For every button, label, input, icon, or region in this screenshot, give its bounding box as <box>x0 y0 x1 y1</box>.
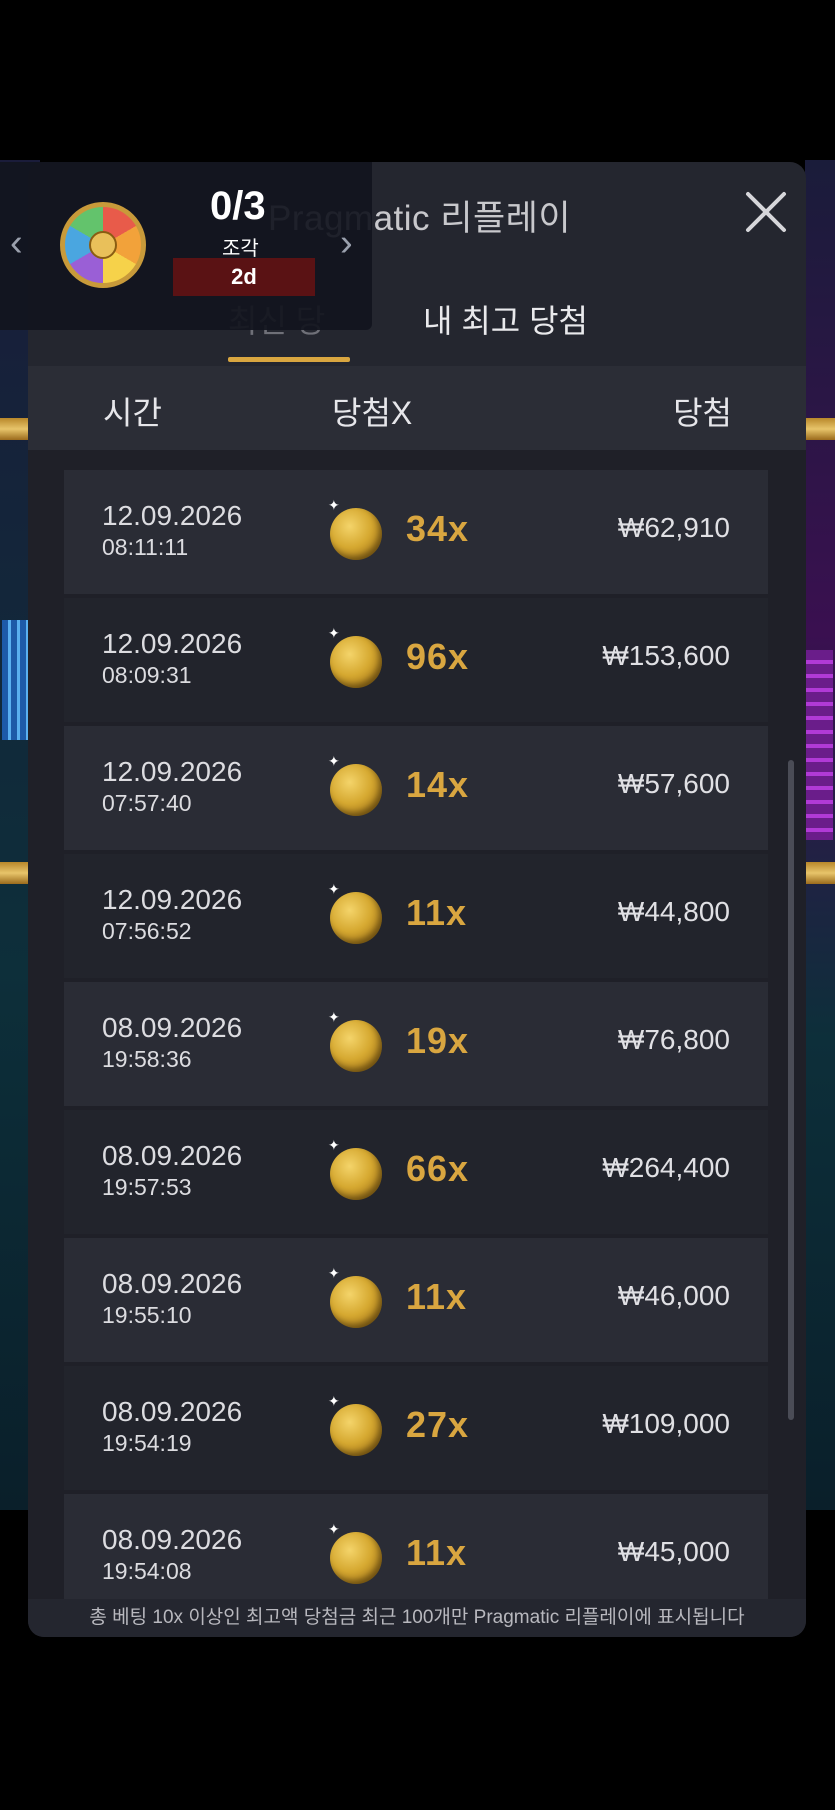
row-multiplier: 11x <box>406 1276 468 1317</box>
sparkle-icon: ✦ <box>328 1393 340 1409</box>
column-header-time: 시간 <box>103 395 162 431</box>
sparkle-icon: ✦ <box>328 1009 340 1025</box>
table-row[interactable]: 08.09.2026 19:55:10 ✦ 11x ₩46,000 <box>64 1238 768 1362</box>
coin-icon <box>330 764 382 816</box>
coin-icon <box>330 508 382 560</box>
row-multiplier: 14x <box>406 764 470 805</box>
table-row[interactable]: 08.09.2026 19:58:36 ✦ 19x ₩76,800 <box>64 982 768 1106</box>
fragment-label: 조각 <box>222 238 259 260</box>
table-row[interactable]: 12.09.2026 08:09:31 ✦ 96x ₩153,600 <box>64 598 768 722</box>
sparkle-icon: ✦ <box>328 1265 340 1281</box>
table-row[interactable]: 08.09.2026 19:57:53 ✦ 66x ₩264,400 <box>64 1110 768 1234</box>
row-multiplier: 34x <box>406 508 470 549</box>
row-time: 19:54:19 <box>102 1430 192 1456</box>
table-row[interactable]: 12.09.2026 07:57:40 ✦ 14x ₩57,600 <box>64 726 768 850</box>
coin-icon <box>330 1276 382 1328</box>
fragment-widget: ‹ 0/3 조각 2d › <box>0 162 372 330</box>
coin-icon <box>330 1532 382 1584</box>
row-win-amount: ₩109,000 <box>602 1408 730 1439</box>
row-win-amount: ₩45,000 <box>617 1536 730 1567</box>
row-time: 08:09:31 <box>102 662 192 688</box>
sparkle-icon: ✦ <box>328 497 340 513</box>
row-time: 07:57:40 <box>102 790 192 816</box>
tab-my-best-wins[interactable]: 내 최고 당첨 <box>423 262 623 366</box>
row-date: 12.09.2026 <box>102 628 243 659</box>
sparkle-icon: ✦ <box>328 625 340 641</box>
row-date: 08.09.2026 <box>102 1524 243 1555</box>
row-multiplier: 19x <box>406 1020 470 1061</box>
row-win-amount: ₩46,000 <box>617 1280 730 1311</box>
fragment-timer-badge: 2d <box>173 258 315 296</box>
coin-icon <box>330 1404 382 1456</box>
coin-icon <box>330 892 382 944</box>
rows-container: 12.09.2026 08:11:11 ✦ 34x ₩62,910 12.09.2026 0… <box>64 470 768 1610</box>
coin-icon <box>330 636 382 688</box>
coin-icon <box>330 1148 382 1200</box>
blue-symbol-decoration <box>2 620 30 740</box>
row-win-amount: ₩153,600 <box>602 640 730 671</box>
sparkle-icon: ✦ <box>328 881 340 897</box>
row-multiplier: 11x <box>406 1532 468 1573</box>
row-time: 19:54:08 <box>102 1558 192 1584</box>
table-row[interactable]: 12.09.2026 07:56:52 ✦ 11x ₩44,800 <box>64 854 768 978</box>
footer-note: 총 베팅 10x 이상인 최고액 당첨금 최근 100개만 Pragmatic … <box>28 1599 806 1637</box>
scrollbar[interactable] <box>788 760 794 1420</box>
row-date: 08.09.2026 <box>102 1268 243 1299</box>
gold-bar-decoration <box>0 862 30 884</box>
gold-bar-decoration <box>0 418 30 440</box>
row-win-amount: ₩264,400 <box>602 1152 730 1183</box>
row-time: 07:56:52 <box>102 918 192 944</box>
close-icon <box>746 192 786 232</box>
row-win-amount: ₩76,800 <box>617 1024 730 1055</box>
row-win-amount: ₩44,800 <box>617 896 730 927</box>
row-multiplier: 11x <box>406 892 468 933</box>
wheel-center <box>89 231 117 259</box>
sparkle-icon: ✦ <box>328 753 340 769</box>
replay-panel: Pragmatic 리플레이 최신 당 내 최고 당첨 시간 당첨X 당첨 <box>28 162 806 1637</box>
column-header-multiplier: 당첨X <box>332 395 413 431</box>
row-time: 19:57:53 <box>102 1174 192 1200</box>
row-date: 08.09.2026 <box>102 1396 243 1427</box>
gold-bar-decoration <box>805 418 835 440</box>
table-row[interactable]: 08.09.2026 19:54:19 ✦ 27x ₩109,000 <box>64 1366 768 1490</box>
row-time: 19:58:36 <box>102 1046 192 1072</box>
coin-icon <box>330 1020 382 1072</box>
chevron-left-icon[interactable]: ‹ <box>10 222 23 265</box>
row-date: 08.09.2026 <box>102 1012 243 1043</box>
active-tab-indicator <box>228 357 350 362</box>
purple-symbol-decoration <box>805 650 833 840</box>
sparkle-icon: ✦ <box>328 1521 340 1537</box>
row-date: 12.09.2026 <box>102 884 243 915</box>
row-multiplier: 66x <box>406 1148 470 1189</box>
fragment-count: 0/3 <box>210 184 266 228</box>
gold-bar-decoration <box>805 862 835 884</box>
sparkle-icon: ✦ <box>328 1137 340 1153</box>
table-row[interactable]: 08.09.2026 19:54:08 ✦ 11x ₩45,000 <box>64 1494 768 1610</box>
row-date: 12.09.2026 <box>102 756 243 787</box>
tab-label: 내 최고 당첨 <box>423 303 588 339</box>
table-header: 시간 당첨X 당첨 <box>28 366 806 450</box>
row-win-amount: ₩57,600 <box>617 768 730 799</box>
wins-list[interactable]: 12.09.2026 08:11:11 ✦ 34x ₩62,910 12.09.2026 0… <box>28 450 806 1610</box>
row-multiplier: 27x <box>406 1404 470 1445</box>
row-win-amount: ₩62,910 <box>617 512 730 543</box>
table-row[interactable]: 12.09.2026 08:11:11 ✦ 34x ₩62,910 <box>64 470 768 594</box>
column-header-win: 당첨 <box>673 395 732 431</box>
row-multiplier: 96x <box>406 636 470 677</box>
row-date: 08.09.2026 <box>102 1140 243 1171</box>
close-button[interactable] <box>742 188 790 236</box>
screen: Pragmatic 리플레이 최신 당 내 최고 당첨 시간 당첨X 당첨 <box>0 0 835 1810</box>
row-time: 19:55:10 <box>102 1302 192 1328</box>
row-date: 12.09.2026 <box>102 500 243 531</box>
chevron-right-icon[interactable]: › <box>340 222 353 265</box>
row-time: 08:11:11 <box>102 534 189 560</box>
